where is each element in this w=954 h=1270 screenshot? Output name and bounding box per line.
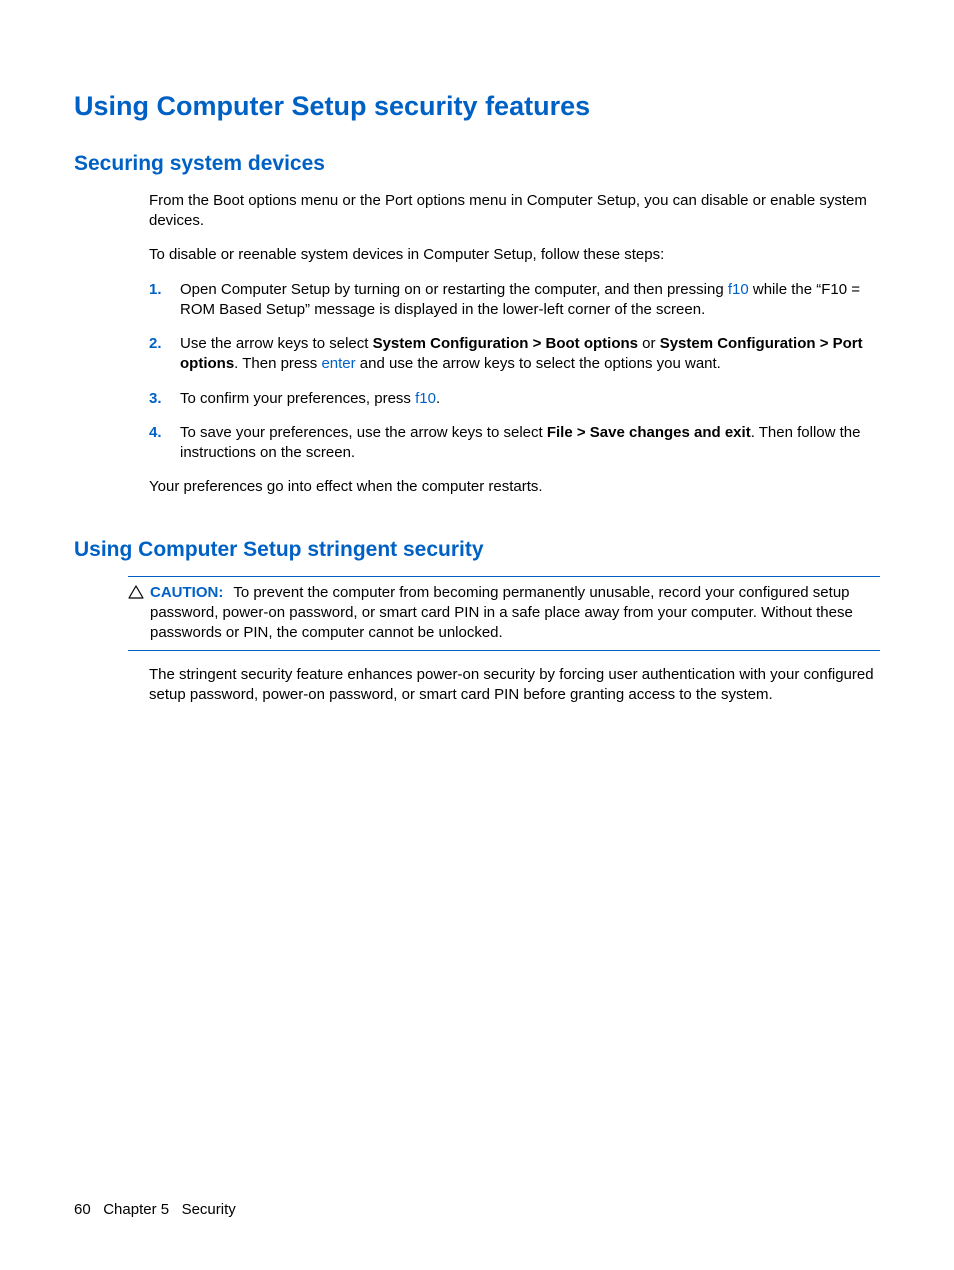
section1-steps: 1. Open Computer Setup by turning on or …: [149, 280, 880, 464]
key-f10: f10: [728, 281, 749, 298]
step-bold: System Configuration > Boot options: [373, 335, 638, 352]
caution-label: CAUTION:: [150, 584, 223, 601]
section1-paragraph-2: To disable or reenable system devices in…: [149, 245, 880, 265]
step-text: .: [436, 390, 440, 407]
step-bold: File > Save changes and exit: [547, 424, 751, 441]
step-text: or: [638, 335, 660, 352]
page-number: 60: [74, 1201, 91, 1218]
step-text: To save your preferences, use the arrow …: [180, 424, 547, 441]
step-number: 1.: [149, 280, 162, 300]
step-2: 2. Use the arrow keys to select System C…: [149, 334, 880, 375]
chapter-label: Chapter 5 Security: [103, 1201, 236, 1218]
step-number: 2.: [149, 334, 162, 354]
step-number: 4.: [149, 423, 162, 443]
section2-heading: Using Computer Setup stringent security: [74, 536, 880, 564]
step-text: To confirm your preferences, press: [180, 390, 415, 407]
step-4: 4. To save your preferences, use the arr…: [149, 423, 880, 464]
step-1: 1. Open Computer Setup by turning on or …: [149, 280, 880, 321]
caution-block: CAUTION:To prevent the computer from bec…: [128, 576, 880, 651]
section1-paragraph-1: From the Boot options menu or the Port o…: [149, 191, 880, 232]
step-3: 3. To confirm your preferences, press f1…: [149, 389, 880, 409]
section1-heading: Securing system devices: [74, 150, 880, 178]
step-text: Use the arrow keys to select: [180, 335, 373, 352]
page-footer: 60 Chapter 5 Security: [74, 1200, 236, 1220]
step-text: and use the arrow keys to select the opt…: [356, 355, 721, 372]
page-title: Using Computer Setup security features: [74, 88, 880, 124]
caution-text: To prevent the computer from becoming pe…: [150, 584, 853, 642]
step-number: 3.: [149, 389, 162, 409]
section2-paragraph-1: The stringent security feature enhances …: [149, 665, 880, 706]
step-text: Open Computer Setup by turning on or res…: [180, 281, 728, 298]
key-f10: f10: [415, 390, 436, 407]
caution-icon: [128, 585, 144, 605]
section1-paragraph-3: Your preferences go into effect when the…: [149, 477, 880, 497]
key-enter: enter: [321, 355, 355, 372]
step-text: . Then press: [234, 355, 321, 372]
